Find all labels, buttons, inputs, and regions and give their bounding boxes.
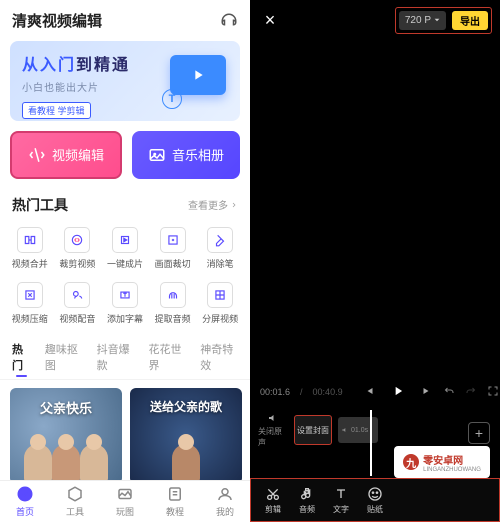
template-tabs: 热门 趣味抠图 抖音爆款 花花世界 神奇特效 — [0, 335, 250, 380]
nav-profile[interactable]: 我的 — [216, 485, 234, 518]
tab-effects[interactable]: 神奇特效 — [200, 341, 238, 373]
tool-extract-audio[interactable]: 提取音频 — [149, 278, 197, 329]
video-edit-label: 视频编辑 — [52, 145, 104, 164]
tool-compress[interactable]: 视频压缩 — [6, 278, 54, 329]
tool-crop-frame[interactable]: 画面裁切 — [149, 223, 197, 274]
music-album-label: 音乐相册 — [172, 145, 224, 164]
editor-topbar: × 720 P 导出 — [250, 0, 500, 40]
tool-audio[interactable]: 音频 — [299, 486, 315, 515]
headphones-icon[interactable] — [220, 12, 238, 30]
tool-merge[interactable]: 视频合并 — [6, 223, 54, 274]
play-icon — [170, 55, 226, 95]
split-screen-icon — [207, 282, 233, 308]
tool-auto-edit[interactable]: 一键成片 — [101, 223, 149, 274]
next-frame-button[interactable] — [421, 385, 433, 399]
play-button[interactable] — [391, 384, 405, 400]
tool-subtitle[interactable]: 添加字幕 — [101, 278, 149, 329]
timeline-clip[interactable]: 01.0s — [338, 417, 378, 443]
template-card[interactable]: 父亲快乐 — [10, 388, 122, 480]
set-cover-button[interactable]: 设置封面 — [294, 415, 332, 445]
card-title: 送给父亲的歌 — [130, 398, 242, 415]
auto-edit-icon — [112, 227, 138, 253]
mute-original-button[interactable]: 关闭原声 — [258, 412, 288, 448]
tool-eraser[interactable]: 消除笔 — [196, 223, 244, 274]
prev-frame-button[interactable] — [363, 385, 375, 399]
nav-tutorial[interactable]: 教程 — [166, 485, 184, 518]
crop-frame-icon — [160, 227, 186, 253]
time-total: 00:40.9 — [313, 387, 343, 397]
eraser-icon — [207, 227, 233, 253]
see-more-link[interactable]: 查看更多 — [188, 197, 238, 212]
fullscreen-button[interactable] — [487, 385, 499, 399]
watermark: 九 零安卓网 LINGANZHUOWANG — [394, 446, 490, 478]
tab-douyin[interactable]: 抖音爆款 — [97, 341, 135, 373]
editor-bottom-tools: 剪辑 音频 文字 贴纸 — [250, 478, 500, 522]
banner-chip[interactable]: 看教程 学剪辑 — [22, 102, 91, 119]
video-edit-button[interactable]: 视频编辑 — [10, 131, 122, 179]
tab-flower[interactable]: 花花世界 — [148, 341, 186, 373]
tools-grid: 视频合并 裁剪视频 一键成片 画面裁切 消除笔 视频压缩 视频配音 添加字幕 提… — [0, 223, 250, 335]
main-actions: 视频编辑 音乐相册 — [0, 131, 250, 191]
resolution-selector[interactable]: 720 P — [399, 11, 446, 30]
app-home-screen: 清爽视频编辑 从入门到精通 小白也能出大片 看教程 学剪辑 T 视频编辑 音乐相… — [0, 0, 250, 522]
tab-cutout[interactable]: 趣味抠图 — [45, 341, 83, 373]
export-button[interactable]: 导出 — [452, 11, 488, 30]
tutorial-banner[interactable]: 从入门到精通 小白也能出大片 看教程 学剪辑 T — [10, 41, 240, 121]
tools-title: 热门工具 — [12, 195, 68, 215]
playhead[interactable] — [370, 410, 372, 476]
tool-sticker[interactable]: 贴纸 — [367, 486, 383, 515]
app-title: 清爽视频编辑 — [12, 10, 102, 31]
playback-controls: 00:01.6/00:40.9 — [250, 376, 500, 408]
tools-section-header: 热门工具 查看更多 — [0, 191, 250, 223]
template-cards: 父亲快乐 送给父亲的歌 — [0, 380, 250, 480]
undo-button[interactable] — [443, 385, 455, 399]
template-card[interactable]: 送给父亲的歌 — [130, 388, 242, 480]
close-button[interactable]: × — [258, 10, 282, 31]
subtitle-icon — [112, 282, 138, 308]
export-group: 720 P 导出 — [395, 7, 492, 34]
text-badge-icon: T — [162, 89, 182, 109]
video-editor-screen: × 720 P 导出 00:01.6/00:40.9 关闭原声 设置封面 — [250, 0, 500, 522]
nav-tools[interactable]: 工具 — [66, 485, 84, 518]
nav-home[interactable]: 首页 — [16, 485, 34, 518]
preview-area[interactable] — [250, 40, 500, 376]
compress-icon — [17, 282, 43, 308]
nav-photo[interactable]: 玩图 — [116, 485, 134, 518]
card-title: 父亲快乐 — [10, 398, 122, 417]
bottom-nav: 首页 工具 玩图 教程 我的 — [0, 480, 250, 522]
crop-video-icon — [64, 227, 90, 253]
tool-dub[interactable]: 视频配音 — [54, 278, 102, 329]
tool-clip[interactable]: 剪辑 — [265, 486, 281, 515]
tool-split-screen[interactable]: 分屏视频 — [196, 278, 244, 329]
watermark-icon: 九 — [403, 454, 419, 470]
music-album-button[interactable]: 音乐相册 — [132, 131, 240, 179]
header: 清爽视频编辑 — [0, 0, 250, 41]
add-clip-button[interactable]: + — [468, 422, 490, 444]
extract-audio-icon — [160, 282, 186, 308]
time-current: 00:01.6 — [260, 387, 290, 397]
tab-hot[interactable]: 热门 — [12, 341, 31, 373]
tool-text[interactable]: 文字 — [333, 486, 349, 515]
tool-crop-video[interactable]: 裁剪视频 — [54, 223, 102, 274]
merge-icon — [17, 227, 43, 253]
dub-icon — [64, 282, 90, 308]
redo-button[interactable] — [465, 385, 477, 399]
